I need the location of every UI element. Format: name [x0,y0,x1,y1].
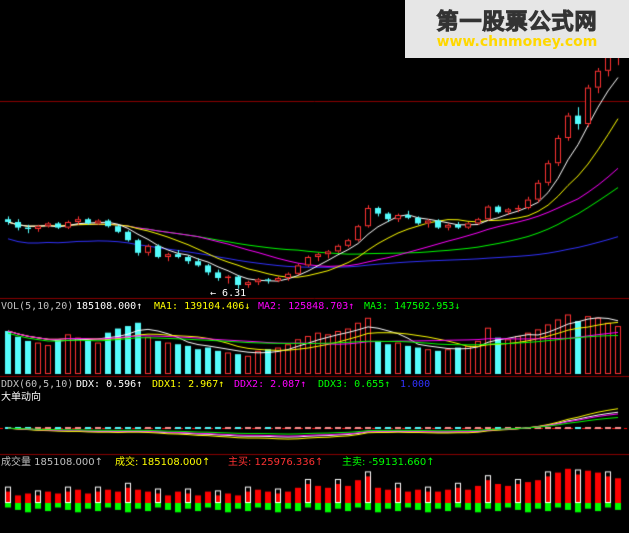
vol-ma3: MA3: 147502.953↓ [364,301,461,312]
watermark-banner: 第一股票公式网 www.chnmoney.com [405,0,629,58]
ddx2-value: DDX2: 2.087↑ [234,379,307,390]
vol-ma2: MA2: 125848.703↑ [258,301,355,312]
ddx-value: DDX: 0.596↑ [76,379,143,390]
vol-ma1: MA1: 139104.406↓ [154,301,251,312]
watermark-url: www.chnmoney.com [436,34,598,50]
ddx1-value: DDX1: 2.967↑ [152,379,225,390]
watermark-title: 第一股票公式网 [436,10,598,36]
ddx-subtitle: 大单动向 [1,392,41,403]
flow-vol: 成交量 185108.000↑ [1,457,103,468]
low-price-marker: ← 6.31 [210,288,247,299]
flow-trade: 成交: 185108.000↑ [115,457,211,468]
vol-value: 185108.000↑ [76,301,143,312]
ddx3-value: DDX3: 0.655↑ [318,379,391,390]
stock-chart-canvas[interactable] [0,0,629,533]
flow-buy: 主买: 125976.336↑ [228,457,324,468]
ddx-prefix: DDX(60,5,10) [1,379,74,390]
flow-sell: 主卖: -59131.660↑ [342,457,435,468]
vol-prefix: VOL(5,10,20) [1,301,74,312]
ddx4-value: 1.000 [400,379,431,390]
